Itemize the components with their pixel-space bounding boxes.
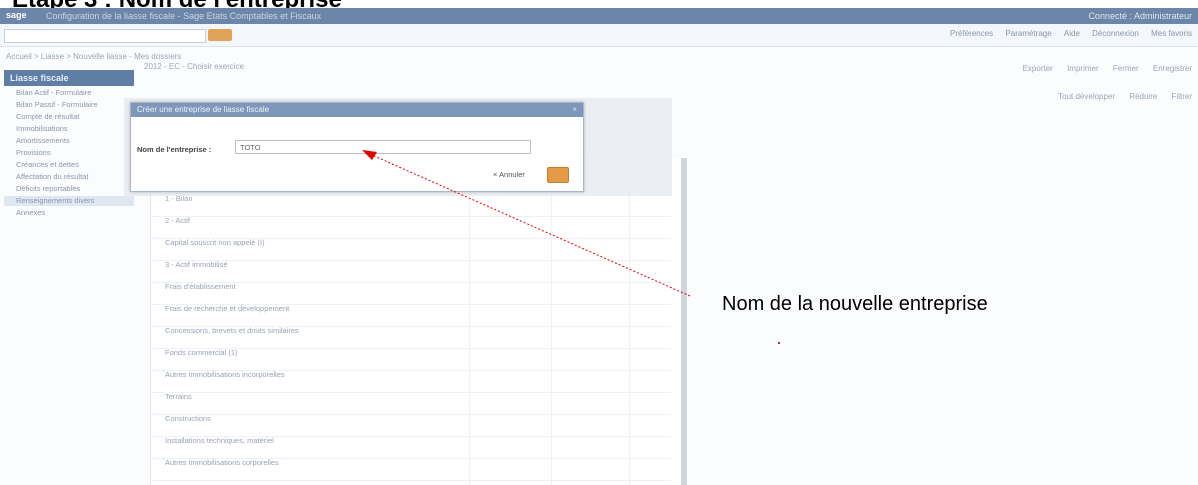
arrow-head-icon [362, 150, 377, 160]
stray-dot [778, 342, 780, 344]
annotation-arrow [362, 150, 691, 297]
annotation-label: Nom de la nouvelle entreprise [722, 293, 988, 315]
arrow-line [371, 154, 691, 297]
